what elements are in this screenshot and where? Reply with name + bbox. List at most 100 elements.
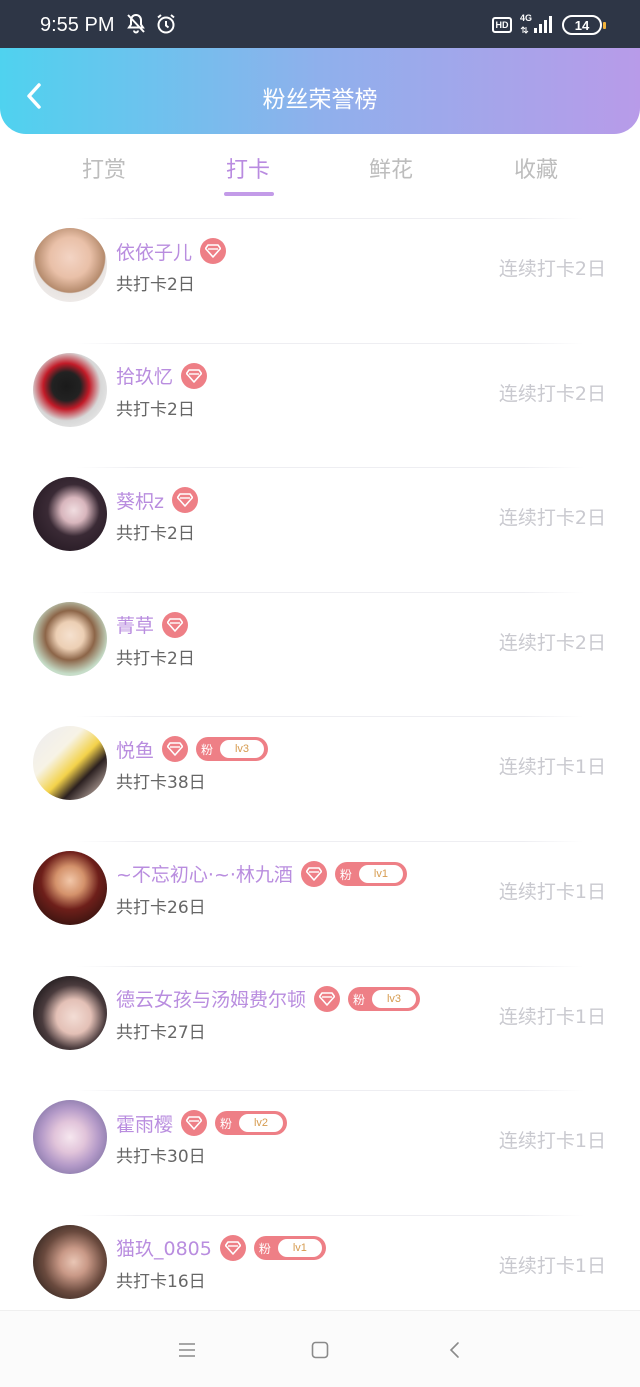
fan-list: 依依子儿 共打卡2日 连续打卡2日 拾玖忆 共打卡2日 连续打卡2日 葵枳z 共… [0,218,640,1339]
avatar[interactable] [33,1100,107,1175]
avatar[interactable] [33,1224,107,1299]
total-checkins: 共打卡2日 [116,648,195,669]
battery-icon: 14 [562,15,606,35]
back-nav-button[interactable] [440,1335,470,1365]
name-line: 霍雨樱 粉 lv2 [116,1110,288,1137]
name-line: 菁草 [116,611,189,638]
diamond-icon [200,238,227,264]
diamond-icon [162,611,189,638]
fan-name: ~不忘初心·~·林九酒 [116,864,293,887]
name-line: 德云女孩与汤姆费尔顿 粉 lv3 [116,985,421,1012]
streak-days: 连续打卡1日 [498,756,606,779]
avatar[interactable] [33,726,107,801]
name-line: 拾玖忆 [116,362,208,389]
divider [76,716,584,718]
name-line: 葵枳z [116,487,198,514]
home-button[interactable] [305,1335,335,1365]
fan-badge-label: 粉 [353,992,366,1007]
streak-days: 连续打卡1日 [498,1130,606,1153]
tab-reward[interactable]: 打赏 [54,152,154,184]
streak-days: 连续打卡2日 [498,382,606,405]
divider [76,218,584,219]
name-line: 依依子儿 [116,238,227,264]
total-checkins: 共打卡2日 [116,275,195,295]
tab-flowers[interactable]: 鲜花 [341,152,441,184]
streak-days: 连续打卡1日 [498,1254,606,1277]
alarm-icon [157,14,175,34]
page-title: 粉丝荣誉榜 [262,87,378,113]
list-item[interactable]: 依依子儿 共打卡2日 连续打卡2日 [0,218,640,343]
divider [76,591,584,593]
divider [76,1214,584,1216]
fan-level-badge: 粉 lv3 [196,737,269,762]
header-bar: 9:55 PM HD 4G 14 粉丝荣誉榜 [0,0,640,134]
fan-honor-page: 9:55 PM HD 4G 14 粉丝荣誉榜 打赏 打卡 鲜花 收藏 依依子儿 … [0,0,640,1387]
diamond-icon [300,860,327,887]
divider [76,1090,584,1092]
fan-badge-label: 粉 [339,867,352,882]
divider [76,965,584,967]
list-item[interactable]: 悦鱼 粉 lv3 共打卡38日 连续打卡1日 [0,716,640,841]
name-line: ~不忘初心·~·林九酒 粉 lv1 [116,860,407,887]
total-checkins: 共打卡2日 [116,524,195,545]
fan-name: 霍雨樱 [116,1113,174,1136]
status-bar: 9:55 PM HD 4G 14 [0,0,640,48]
fan-name: 葵枳z [116,490,164,513]
fan-level-badge: 粉 lv1 [334,861,407,886]
divider [76,840,584,842]
fan-level-badge: 粉 lv1 [253,1235,326,1260]
name-line: 悦鱼 粉 lv3 [116,736,269,763]
divider [76,467,584,469]
list-item[interactable]: 菁草 共打卡2日 连续打卡2日 [0,591,640,717]
list-item[interactable]: ~不忘初心·~·林九酒 粉 lv1 共打卡26日 连续打卡1日 [0,840,640,966]
tab-bar: 打赏 打卡 鲜花 收藏 [0,134,640,218]
avatar[interactable] [33,352,107,427]
back-triangle-icon [449,1342,459,1358]
total-checkins: 共打卡16日 [116,1271,206,1292]
status-time: 9:55 PM [40,14,115,36]
divider [76,342,584,344]
streak-days: 连续打卡1日 [498,880,606,903]
fan-badge-label: 粉 [220,1117,233,1132]
diamond-icon [181,1110,208,1137]
fan-level-badge: 粉 lv3 [348,986,421,1011]
fan-level: lv3 [372,989,417,1008]
list-item[interactable]: 葵枳z 共打卡2日 连续打卡2日 [0,467,640,592]
avatar[interactable] [33,477,107,552]
streak-days: 连续打卡2日 [498,258,606,280]
total-checkins: 共打卡27日 [116,1022,206,1043]
diamond-icon [162,736,189,763]
fan-level: lv1 [358,864,403,883]
list-item[interactable]: 霍雨樱 粉 lv2 共打卡30日 连续打卡1日 [0,1090,640,1215]
tab-checkin[interactable]: 打卡 [198,152,298,184]
diamond-icon [219,1234,246,1261]
bell-muted-icon [127,13,145,34]
fan-level-badge: 粉 lv2 [215,1111,288,1136]
system-nav-bar [0,1310,640,1387]
recent-apps-button[interactable] [172,1335,202,1365]
fan-name: 悦鱼 [116,739,155,762]
fan-name: 拾玖忆 [116,366,174,389]
fan-level: lv1 [277,1238,322,1257]
total-checkins: 共打卡38日 [116,773,206,794]
signal-icon: 4G [520,13,554,35]
list-item[interactable]: 德云女孩与汤姆费尔顿 粉 lv3 共打卡27日 连续打卡1日 [0,965,640,1091]
name-line: 猫玖_0805 粉 lv1 [116,1234,326,1261]
list-item[interactable]: 拾玖忆 共打卡2日 连续打卡2日 [0,342,640,468]
avatar[interactable] [33,975,107,1050]
streak-days: 连续打卡1日 [498,1005,606,1028]
avatar[interactable] [33,850,107,925]
square-icon [311,1341,329,1359]
avatar[interactable] [33,601,107,676]
fan-name: 依依子儿 [116,241,193,264]
fan-name: 菁草 [116,615,155,638]
diamond-icon [181,362,208,389]
fan-badge-label: 粉 [258,1241,271,1256]
status-right-group: HD 4G 14 [492,13,606,36]
diamond-icon [171,487,198,514]
total-checkins: 共打卡30日 [116,1147,206,1168]
tab-favorites[interactable]: 收藏 [486,152,586,184]
active-tab-indicator [224,192,274,196]
avatar[interactable] [33,228,107,302]
diamond-icon [314,985,341,1012]
